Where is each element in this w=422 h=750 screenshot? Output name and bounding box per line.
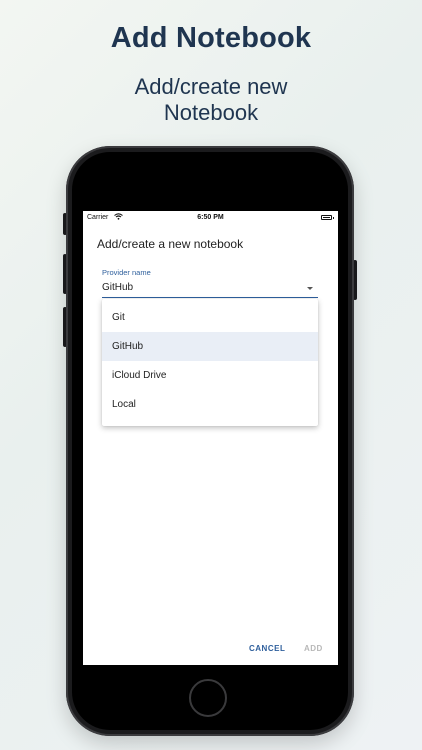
provider-field-label: Provider name — [102, 268, 151, 277]
promo-title: Add Notebook — [110, 22, 312, 54]
provider-field-underline — [102, 297, 318, 298]
provider-select[interactable]: GitHub — [102, 282, 133, 293]
menu-item-github[interactable]: GitHub — [102, 332, 318, 361]
add-button[interactable]: ADD — [304, 644, 323, 653]
app-screen: Carrier 6:50 PM Add/create a new noteboo… — [83, 211, 338, 665]
cancel-button[interactable]: CANCEL — [249, 644, 285, 653]
menu-item-git[interactable]: Git — [102, 303, 318, 332]
status-bar: Carrier 6:50 PM — [83, 211, 338, 225]
promo-subtitle: Add/create new Notebook — [0, 74, 422, 126]
menu-item-local[interactable]: Local — [102, 390, 318, 419]
status-time: 6:50 PM — [197, 214, 224, 221]
menu-item-icloud-drive[interactable]: iCloud Drive — [102, 361, 318, 390]
promo-subtitle-line1: Add/create new — [134, 74, 288, 99]
dropdown-arrow-icon[interactable] — [307, 287, 313, 290]
home-button[interactable] — [189, 679, 227, 717]
promo-subtitle-line2: Notebook — [163, 100, 259, 125]
battery-icon — [321, 215, 334, 220]
dialog-title: Add/create a new notebook — [97, 237, 244, 251]
provider-dropdown-menu: Git GitHub iCloud Drive Local — [102, 299, 318, 426]
